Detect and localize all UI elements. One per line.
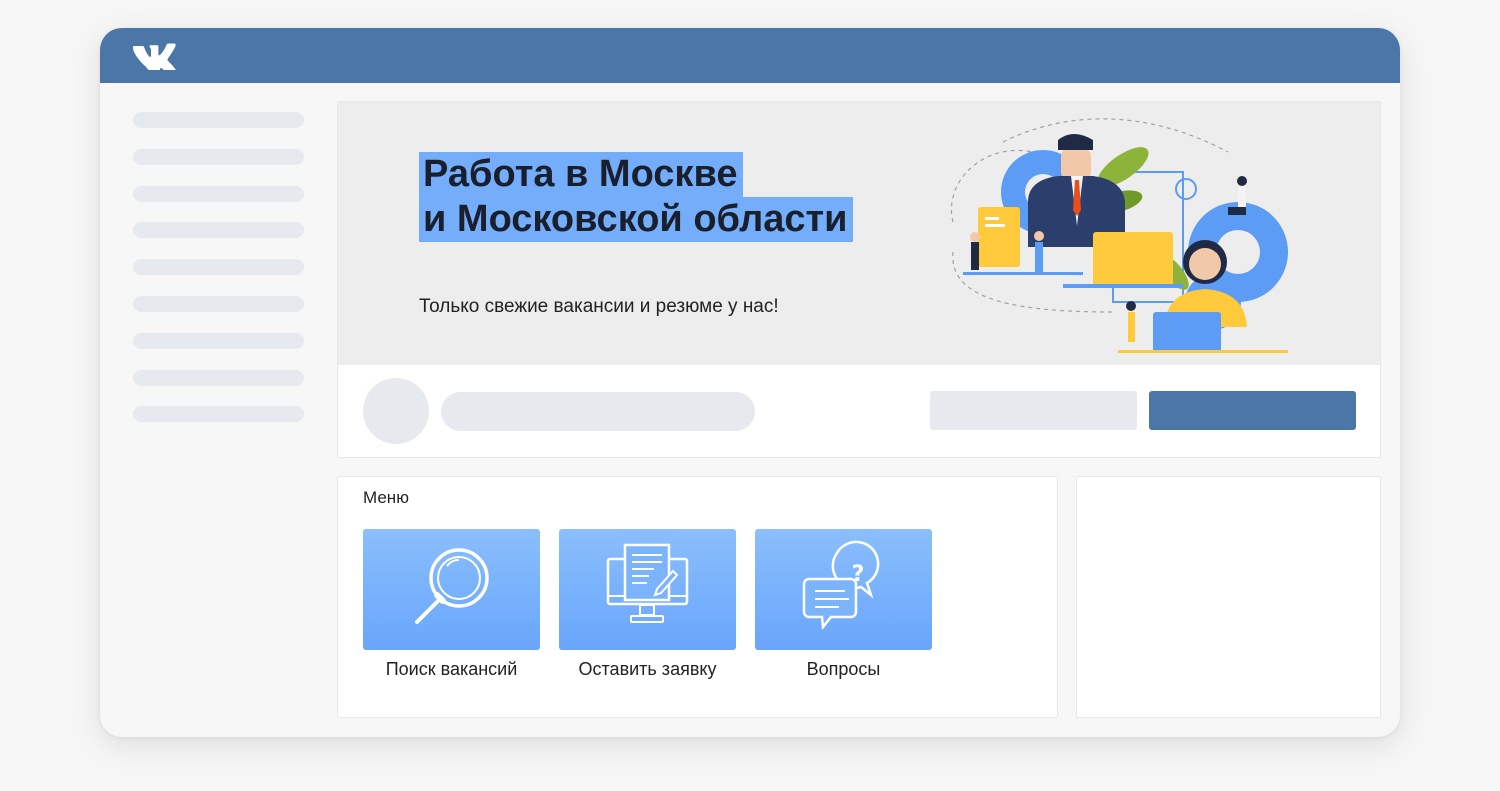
- menu-tile-submit-application[interactable]: [559, 529, 736, 650]
- secondary-action-button[interactable]: [930, 391, 1137, 430]
- sidebar-item-placeholder[interactable]: [133, 406, 304, 423]
- menu-tile-job-search[interactable]: [363, 529, 540, 650]
- menu-card: Меню Поиск вакансий Оставить заявку ? Во…: [337, 476, 1058, 718]
- sidebar-item-placeholder[interactable]: [133, 259, 304, 276]
- avatar[interactable]: [363, 378, 429, 444]
- computer-document-icon: [606, 543, 689, 623]
- sidebar-item-placeholder[interactable]: [133, 148, 304, 165]
- group-header-card: Работа в Москве и Московской области Тол…: [337, 101, 1381, 458]
- cover-title-line-2: и Московской области: [419, 197, 854, 242]
- sidebar: [133, 112, 304, 443]
- sidebar-item-placeholder[interactable]: [133, 185, 304, 202]
- sidebar-item-placeholder[interactable]: [133, 332, 304, 349]
- vk-logo-icon: [133, 43, 177, 74]
- cover-title-line-1: Работа в Москве: [419, 152, 744, 197]
- menu-tile-questions[interactable]: ?: [755, 529, 932, 650]
- group-name-placeholder: [441, 392, 755, 431]
- menu-tile-label: Поиск вакансий: [385, 659, 518, 679]
- menu-tile-label: Вопросы: [806, 659, 881, 679]
- vk-logo[interactable]: [132, 42, 180, 74]
- cover-banner: Работа в Москве и Московской области Тол…: [338, 102, 1380, 365]
- menu-tile-label: Оставить заявку: [578, 659, 717, 679]
- profile-row: [338, 365, 1380, 457]
- primary-action-button[interactable]: [1149, 391, 1356, 430]
- top-bar: [100, 28, 1400, 83]
- office-workers-illustration: [950, 118, 1288, 353]
- cover-subtitle: Только свежие вакансии и резюме у нас!: [419, 296, 779, 317]
- sidebar-item-placeholder[interactable]: [133, 112, 304, 128]
- right-widget-card: [1076, 476, 1381, 718]
- sidebar-item-placeholder[interactable]: [133, 222, 304, 239]
- sidebar-item-placeholder[interactable]: [133, 369, 304, 386]
- menu-title: Меню: [363, 488, 409, 507]
- browser-window: Работа в Москве и Московской области Тол…: [100, 28, 1400, 737]
- sidebar-item-placeholder[interactable]: [133, 295, 304, 312]
- magnifier-icon: [415, 548, 489, 624]
- chat-question-icon: ?: [802, 540, 880, 631]
